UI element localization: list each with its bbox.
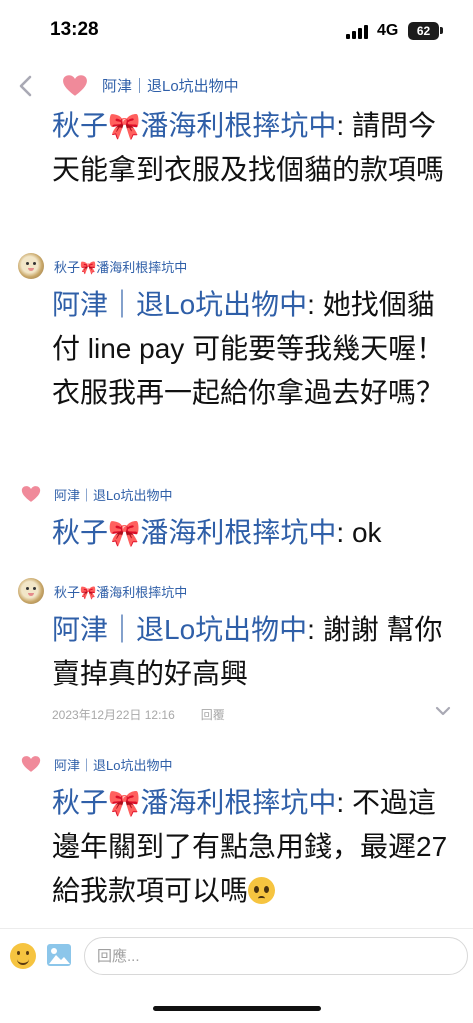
quoted-name[interactable]: 秋子🎀潘海利根摔坑中 — [52, 787, 336, 818]
message-item: 秋子🎀潘海利根摔坑中 阿津｜退Lo坑出物中: 她找個貓付 line pay 可能… — [0, 253, 473, 473]
sender-name[interactable]: 秋子🎀潘海利根摔坑中 — [54, 582, 187, 601]
status-time: 13:28 — [50, 19, 99, 40]
avatar[interactable] — [18, 253, 44, 279]
bow-icon: 🎀 — [80, 259, 97, 275]
timestamp: 2023年12月22日 12:16 — [52, 708, 175, 722]
reply-input[interactable] — [84, 937, 468, 975]
message-meta: 2023年12月22日 12:16 回覆 — [52, 706, 225, 723]
bow-icon: 🎀 — [108, 518, 141, 548]
quoted-name[interactable]: 阿津｜退Lo坑出物中 — [52, 289, 307, 320]
quoted-name[interactable]: 秋子🎀潘海利根摔坑中 — [52, 517, 336, 548]
signal-icon — [346, 25, 370, 39]
status-bar: 13:28 4G 62 — [0, 0, 473, 62]
sender-name[interactable]: 秋子🎀潘海利根摔坑中 — [54, 257, 187, 276]
quoted-name[interactable]: 秋子🎀潘海利根摔坑中 — [52, 110, 336, 141]
pleading-face-emoji — [248, 877, 276, 904]
message-header: 阿津｜退Lo坑出物中 — [62, 72, 239, 98]
message-header: 阿津｜退Lo坑出物中 — [18, 481, 172, 507]
message-header: 阿津｜退Lo坑出物中 — [18, 751, 172, 777]
message-text: 秋子🎀潘海利根摔坑中: 不過這邊年關到了有點急用錢，最遲27給我款項可以嗎 — [52, 781, 457, 913]
message-text: 阿津｜退Lo坑出物中: 謝謝 幫你賣掉真的好高興 — [52, 614, 443, 689]
expand-button[interactable] — [434, 704, 452, 718]
battery-icon: 62 — [408, 22, 439, 40]
message-text: 秋子🎀潘海利根摔坑中: 請問今天能拿到衣服及找個貓的款項嗎 — [52, 104, 457, 192]
message-item: 阿津｜退Lo坑出物中 秋子🎀潘海利根摔坑中: 不過這邊年關到了有點急用錢，最遲2… — [0, 751, 473, 921]
message-text: 秋子🎀潘海利根摔坑中: ok — [52, 511, 457, 555]
bow-icon: 🎀 — [108, 788, 141, 818]
message-header: 秋子🎀潘海利根摔坑中 — [18, 253, 187, 279]
sender-name[interactable]: 阿津｜退Lo坑出物中 — [102, 75, 239, 96]
sender-name[interactable]: 阿津｜退Lo坑出物中 — [54, 485, 172, 504]
network-label: 4G — [377, 22, 399, 39]
heart-icon — [18, 751, 44, 777]
chevron-down-icon — [435, 706, 451, 716]
bow-icon: 🎀 — [108, 111, 141, 141]
quoted-name[interactable]: 阿津｜退Lo坑出物中 — [52, 614, 307, 645]
sender-name[interactable]: 阿津｜退Lo坑出物中 — [54, 755, 172, 774]
heart-icon — [18, 481, 44, 507]
emoji-button[interactable] — [10, 943, 36, 969]
heart-icon — [62, 72, 88, 98]
message-item: 阿津｜退Lo坑出物中 秋子🎀潘海利根摔坑中: ok — [0, 481, 473, 561]
reply-link[interactable]: 回覆 — [201, 706, 225, 723]
message-header: 秋子🎀潘海利根摔坑中 — [18, 578, 187, 604]
home-indicator — [153, 1006, 321, 1011]
message-item: 阿津｜退Lo坑出物中 秋子🎀潘海利根摔坑中: 請問今天能拿到衣服及找個貓的款項嗎 — [0, 70, 473, 240]
message-text: 阿津｜退Lo坑出物中: 她找個貓付 line pay 可能要等我幾天喔！衣服我再… — [52, 289, 445, 408]
reply-composer — [0, 928, 473, 986]
avatar[interactable] — [18, 578, 44, 604]
image-icon — [47, 944, 71, 966]
battery-nub — [440, 27, 443, 34]
image-button[interactable] — [46, 943, 72, 967]
bow-icon: 🎀 — [80, 584, 97, 600]
